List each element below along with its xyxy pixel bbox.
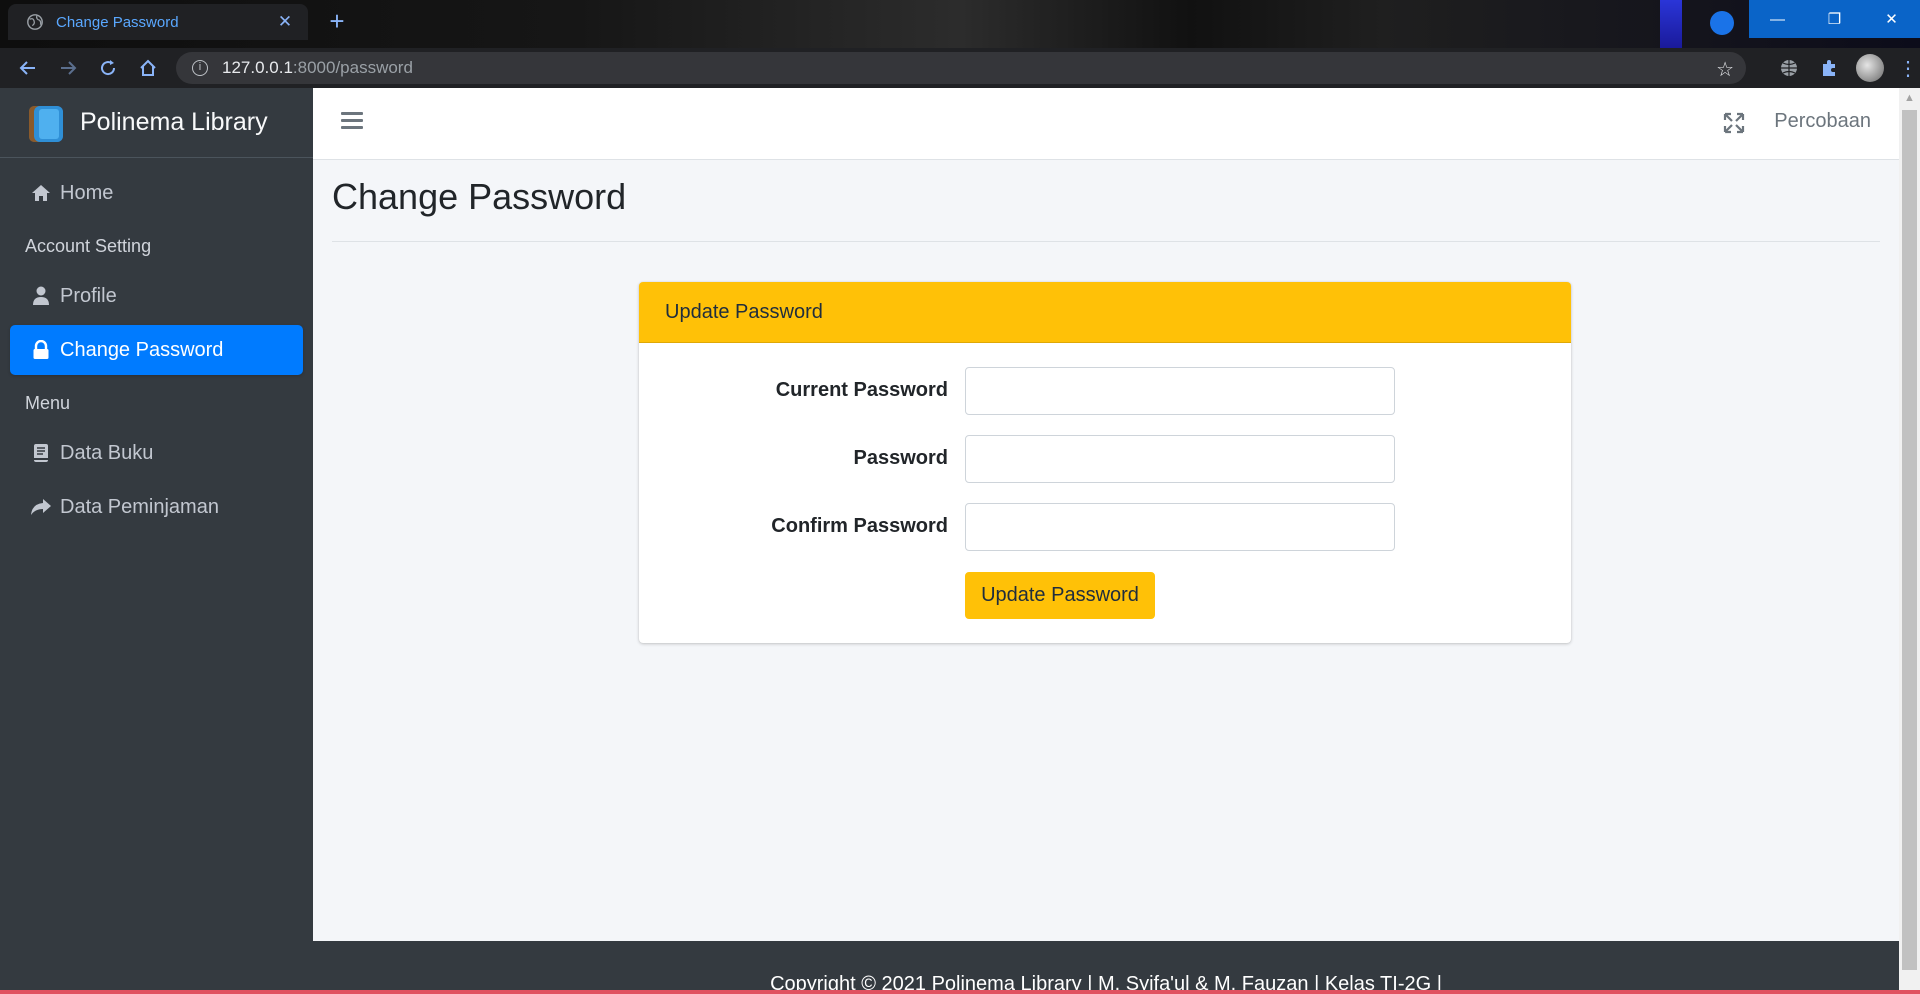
current-password-label: Current Password bbox=[775, 379, 948, 401]
form-row-confirm-password: Confirm Password bbox=[639, 503, 1571, 551]
window-controls: — ❐ ✕ bbox=[1749, 0, 1920, 38]
sidebar-item-data-buku[interactable]: Data Buku bbox=[10, 428, 303, 478]
brand-text: Polinema Library bbox=[80, 108, 268, 136]
browser-title-bar: Change Password ✕ + — ❐ ✕ bbox=[0, 0, 1920, 48]
user-name-link[interactable]: Percobaan bbox=[1774, 110, 1871, 133]
sidebar-item-profile[interactable]: Profile bbox=[10, 271, 303, 321]
close-tab-icon[interactable]: ✕ bbox=[274, 12, 296, 32]
bookmark-star-icon[interactable]: ☆ bbox=[1716, 57, 1734, 82]
profile-avatar[interactable] bbox=[1856, 54, 1884, 82]
url-path: :8000/password bbox=[292, 58, 413, 77]
content-header: Change Password bbox=[332, 176, 1880, 242]
scroll-thumb[interactable] bbox=[1902, 110, 1917, 970]
sidebar-item-data-peminjaman[interactable]: Data Peminjaman bbox=[10, 482, 303, 532]
address-bar[interactable]: i 127.0.0.1:8000/password ☆ bbox=[176, 52, 1746, 84]
update-password-button[interactable]: Update Password bbox=[965, 572, 1155, 619]
globe-icon bbox=[27, 14, 43, 30]
sidebar-header-menu: Menu bbox=[25, 393, 71, 413]
info-icon[interactable]: i bbox=[192, 60, 208, 76]
library-logo-icon bbox=[29, 105, 63, 142]
sidebar-item-label: Home bbox=[60, 181, 114, 204]
tab-title: Change Password bbox=[56, 13, 179, 31]
form-row-password: Password bbox=[639, 435, 1571, 483]
sidebar-item-label: Profile bbox=[60, 284, 117, 307]
sidebar-item-label: Data Buku bbox=[60, 441, 154, 464]
scroll-up-arrow-icon[interactable]: ▲ bbox=[1899, 88, 1920, 108]
confirm-password-input[interactable] bbox=[965, 503, 1395, 551]
puzzle-icon bbox=[1823, 60, 1835, 76]
brand-link[interactable]: Polinema Library bbox=[0, 88, 313, 158]
password-label: Password bbox=[853, 447, 948, 469]
sidebar-header-account-setting: Account Setting bbox=[25, 236, 152, 256]
sidebar-item-home[interactable]: Home bbox=[10, 168, 303, 218]
forward-button[interactable] bbox=[48, 48, 88, 88]
page-title: Change Password bbox=[332, 176, 627, 217]
sidebar-item-change-password[interactable]: Change Password bbox=[10, 325, 303, 375]
minimize-button[interactable]: — bbox=[1749, 0, 1806, 38]
confirm-password-label: Confirm Password bbox=[771, 515, 948, 537]
main-navbar: Percobaan bbox=[313, 88, 1899, 160]
browser-tab-active[interactable]: Change Password ✕ bbox=[8, 4, 308, 40]
lock-icon bbox=[30, 339, 52, 361]
book-icon bbox=[30, 442, 52, 464]
restore-button[interactable]: ❐ bbox=[1806, 0, 1863, 38]
reload-button[interactable] bbox=[88, 48, 128, 88]
arrow-left-icon bbox=[19, 61, 35, 75]
home-button[interactable] bbox=[128, 48, 168, 88]
globe-grid-icon bbox=[1781, 60, 1797, 76]
download-indicator-icon[interactable] bbox=[1710, 11, 1734, 35]
update-password-card: Update Password Current Password Passwor… bbox=[639, 282, 1571, 643]
main-footer: Copyright © 2021 Polinema Library | M. S… bbox=[313, 941, 1899, 994]
reload-icon bbox=[101, 60, 116, 76]
url-host: 127.0.0.1 bbox=[222, 58, 293, 77]
hamburger-menu-icon[interactable] bbox=[341, 112, 363, 134]
sidebar-item-label: Change Password bbox=[60, 338, 224, 361]
translate-extension-icon[interactable] bbox=[1776, 55, 1802, 81]
close-window-button[interactable]: ✕ bbox=[1863, 0, 1920, 38]
sidebar: Polinema Library Home Account Setting Pr… bbox=[0, 88, 313, 994]
bottom-accent-line bbox=[0, 990, 1920, 994]
home-icon bbox=[30, 182, 52, 204]
sidebar-item-label: Data Peminjaman bbox=[60, 495, 219, 518]
browser-toolbar: i 127.0.0.1:8000/password ☆ ⋮ bbox=[0, 48, 1920, 88]
card-header: Update Password bbox=[639, 282, 1571, 343]
fullscreen-expand-icon[interactable] bbox=[1723, 112, 1745, 134]
form-row-current-password: Current Password bbox=[639, 367, 1571, 415]
wallpaper-streak bbox=[1660, 0, 1682, 48]
new-tab-button[interactable]: + bbox=[322, 8, 352, 36]
arrow-right-icon bbox=[61, 61, 77, 75]
current-password-input[interactable] bbox=[965, 367, 1395, 415]
toolbar-extensions: ⋮ bbox=[1776, 48, 1918, 88]
extensions-puzzle-icon[interactable] bbox=[1816, 55, 1842, 81]
password-input[interactable] bbox=[965, 435, 1395, 483]
page-scrollbar[interactable]: ▲ bbox=[1899, 88, 1920, 994]
menu-kebab-icon[interactable]: ⋮ bbox=[1898, 56, 1918, 81]
browser-home-icon bbox=[140, 59, 156, 76]
share-icon bbox=[30, 496, 52, 518]
back-button[interactable] bbox=[8, 48, 48, 88]
user-icon bbox=[30, 285, 52, 307]
sidebar-nav: Home Account Setting Profile Change Pass… bbox=[0, 158, 313, 546]
